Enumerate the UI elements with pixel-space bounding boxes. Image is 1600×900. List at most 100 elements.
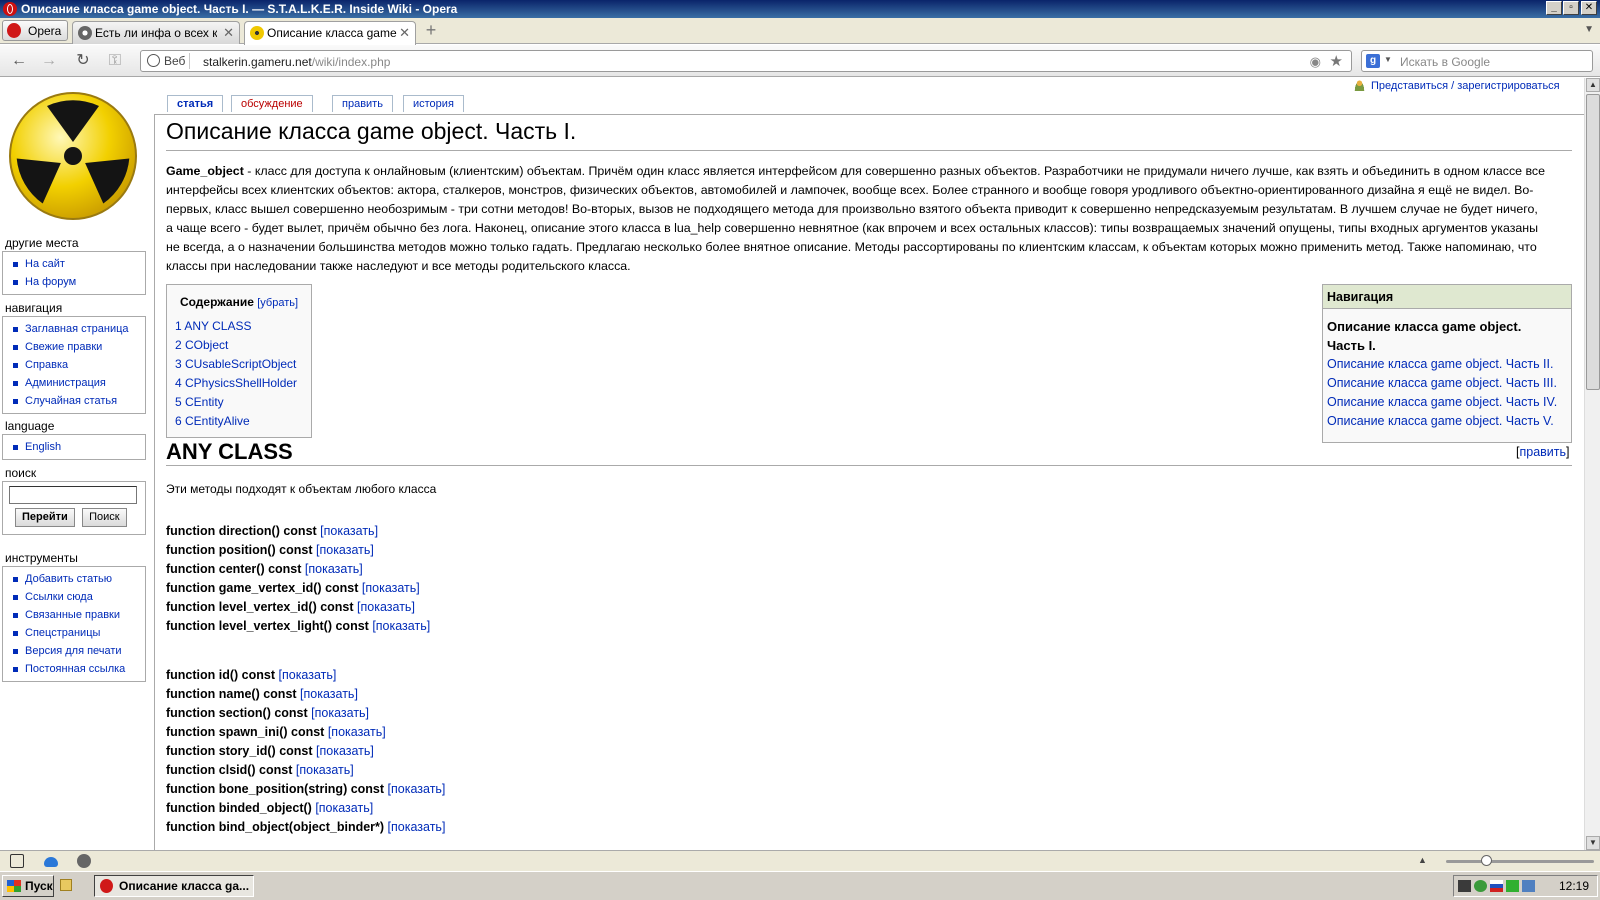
close-tab-icon[interactable]: ✕: [223, 25, 234, 41]
close-window-button[interactable]: ✕: [1581, 1, 1597, 15]
address-toolbar: ← → ↻ ⚿ Веб stalkerin.gameru.net/wiki/in…: [0, 45, 1600, 77]
sidebar-item-forum[interactable]: На форум: [3, 273, 145, 291]
navbox-link-part3[interactable]: Описание класса game object. Часть III.: [1327, 374, 1567, 393]
new-tab-button[interactable]: +: [422, 21, 440, 40]
taskbar-opera-window[interactable]: Описание класса ga...: [94, 875, 254, 897]
reload-icon[interactable]: ↻: [72, 51, 94, 71]
tab-list-chevron-icon[interactable]: ▼: [1584, 24, 1594, 35]
show-link[interactable]: [показать]: [328, 725, 386, 739]
title-divider: [166, 150, 1572, 151]
function-signature: function binded_object(): [166, 801, 312, 815]
keyboard-icon[interactable]: [1458, 880, 1471, 892]
sidebar-item-site[interactable]: На сайт: [3, 255, 145, 273]
sidebar-item-random[interactable]: Случайная статья: [3, 392, 145, 410]
tab-forum[interactable]: Есть ли инфа о всех кл... ✕: [72, 21, 240, 44]
show-link[interactable]: [показать]: [372, 619, 430, 633]
sidebar-item-special-pages[interactable]: Спецстраницы: [3, 624, 145, 642]
search-button[interactable]: Поиск: [82, 508, 127, 527]
navbox-link-part4[interactable]: Описание класса game object. Часть IV.: [1327, 393, 1567, 412]
sidebar-item-main-page[interactable]: Заглавная страница: [3, 320, 145, 338]
show-link[interactable]: [показать]: [315, 801, 373, 815]
key-icon[interactable]: ⚿: [104, 51, 126, 71]
show-link[interactable]: [показать]: [279, 668, 337, 682]
sidebar-item-printable[interactable]: Версия для печати: [3, 642, 145, 660]
chevron-down-icon[interactable]: ▼: [1384, 55, 1392, 64]
close-tab-icon[interactable]: ✕: [399, 25, 410, 41]
scroll-up-icon[interactable]: ▲: [1586, 78, 1600, 92]
web-badge[interactable]: Веб: [147, 54, 185, 68]
volume-icon[interactable]: [1522, 880, 1535, 892]
toc-item[interactable]: 5 CEntity: [175, 393, 303, 412]
toc-toggle[interactable]: [убрать]: [257, 297, 298, 309]
toc-item[interactable]: 1 ANY CLASS: [175, 317, 303, 336]
scroll-thumb[interactable]: [1586, 94, 1600, 390]
navbox-link-part2[interactable]: Описание класса game object. Часть II.: [1327, 355, 1567, 374]
series-navigation-box: Навигация Описание класса game object. Ч…: [1322, 284, 1572, 443]
sidebar-item-administration[interactable]: Администрация: [3, 374, 145, 392]
google-icon[interactable]: g: [1366, 54, 1380, 68]
search-engine-field[interactable]: g ▼ Искать в Google: [1361, 50, 1593, 72]
bookmark-star-icon[interactable]: ★: [1330, 52, 1343, 70]
minimize-button[interactable]: _: [1546, 1, 1562, 15]
navbox-link-part5[interactable]: Описание класса game object. Часть V.: [1327, 412, 1567, 431]
show-link[interactable]: [показать]: [362, 581, 420, 595]
maximize-button[interactable]: ▫: [1563, 1, 1579, 15]
zoom-slider[interactable]: [1446, 860, 1594, 863]
page-scrollbar[interactable]: ▲ ▼: [1584, 78, 1600, 850]
clock: 12:19: [1558, 879, 1589, 893]
chevron-up-icon[interactable]: ▲: [1418, 855, 1432, 869]
sidebar-item-recent-changes[interactable]: Свежие правки: [3, 338, 145, 356]
antivirus-icon[interactable]: [1474, 880, 1487, 892]
opera-logo-icon: [7, 23, 21, 38]
radiation-favicon-icon: [78, 26, 92, 40]
show-link[interactable]: [показать]: [357, 600, 415, 614]
show-link[interactable]: [показать]: [311, 706, 369, 720]
folder-icon[interactable]: [60, 879, 72, 891]
site-logo[interactable]: [9, 92, 137, 220]
show-link[interactable]: [показать]: [388, 782, 446, 796]
scroll-down-icon[interactable]: ▼: [1586, 836, 1600, 850]
tab-article[interactable]: статья: [167, 95, 224, 112]
toc-item[interactable]: 3 CUsableScriptObject: [175, 355, 303, 374]
start-button[interactable]: Пуск: [2, 875, 54, 897]
tab-history[interactable]: история: [403, 95, 464, 112]
toc-item[interactable]: 6 CEntityAlive: [175, 412, 303, 431]
show-link[interactable]: [показать]: [316, 744, 374, 758]
rss-icon[interactable]: ◉: [1310, 54, 1321, 70]
zoom-slider-thumb[interactable]: [1481, 855, 1492, 866]
russian-flag-icon[interactable]: [1490, 880, 1503, 892]
search-placeholder: Искать в Google: [1400, 55, 1491, 69]
show-link[interactable]: [показать]: [388, 820, 446, 834]
sidebar-item-what-links-here[interactable]: Ссылки сюда: [3, 588, 145, 606]
tab-discussion[interactable]: обсуждение: [231, 95, 313, 112]
address-divider: [189, 53, 190, 69]
sidebar-item-english[interactable]: English: [3, 438, 145, 456]
wiki-search-input[interactable]: [9, 486, 137, 504]
show-link[interactable]: [показать]: [296, 763, 354, 777]
panel-toggle-icon[interactable]: [10, 854, 24, 868]
toc-item[interactable]: 2 CObject: [175, 336, 303, 355]
tab-wiki[interactable]: Описание класса game ... ✕: [244, 21, 416, 45]
login-link[interactable]: Представиться / зарегистрироваться: [1354, 80, 1560, 92]
show-link[interactable]: [показать]: [305, 562, 363, 576]
opera-menu-button[interactable]: Opera: [2, 20, 68, 41]
sidebar-item-add-article[interactable]: Добавить статью: [3, 570, 145, 588]
sidebar-item-help[interactable]: Справка: [3, 356, 145, 374]
function-signature: function center() const: [166, 562, 302, 576]
back-icon[interactable]: ←: [8, 51, 30, 71]
sidebar-item-related-changes[interactable]: Связанные правки: [3, 606, 145, 624]
address-field[interactable]: Веб stalkerin.gameru.net/wiki/index.php …: [140, 50, 1352, 72]
toc-item[interactable]: 4 CPhysicsShellHolder: [175, 374, 303, 393]
cloud-icon[interactable]: [44, 857, 58, 867]
forward-icon[interactable]: →: [38, 51, 60, 71]
sidebar-item-permalink[interactable]: Постоянная ссылка: [3, 660, 145, 678]
tab-edit[interactable]: править: [332, 95, 393, 112]
url-text[interactable]: stalkerin.gameru.net/wiki/index.php: [203, 55, 390, 69]
show-link[interactable]: [показать]: [316, 543, 374, 557]
show-link[interactable]: [показать]: [320, 524, 378, 538]
turbo-icon[interactable]: [77, 854, 91, 868]
network-icon[interactable]: [1506, 880, 1519, 892]
section-edit-link[interactable]: [править]: [1516, 445, 1570, 459]
show-link[interactable]: [показать]: [300, 687, 358, 701]
go-button[interactable]: Перейти: [15, 508, 75, 527]
